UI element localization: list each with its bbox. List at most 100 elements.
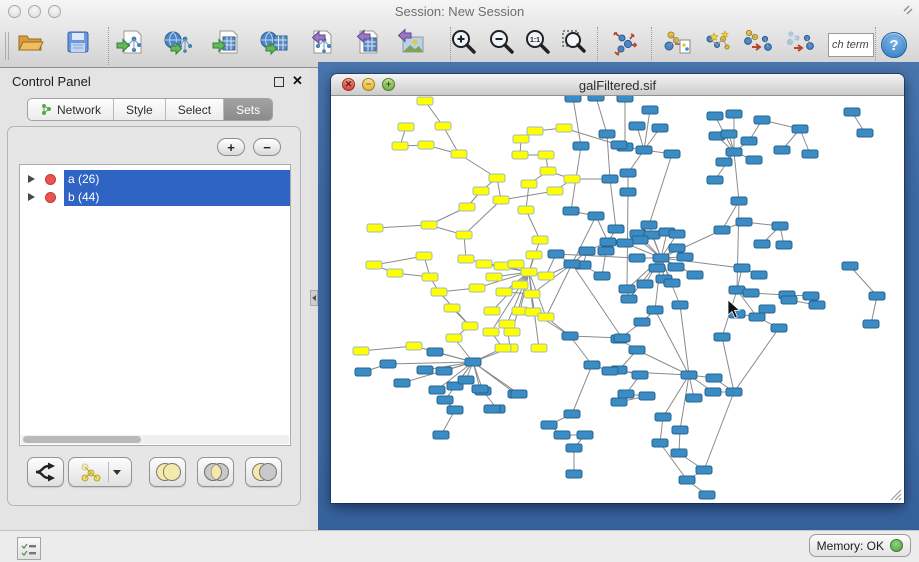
graph-edge[interactable] (649, 154, 672, 225)
zoom-actual-size-button[interactable]: 1:1 (521, 22, 555, 62)
graph-node-blue[interactable] (579, 247, 595, 255)
graph-node-blue[interactable] (608, 225, 624, 233)
graph-node-blue[interactable] (548, 250, 564, 258)
graph-node-yellow[interactable] (556, 124, 572, 132)
graph-node-blue[interactable] (636, 146, 652, 154)
graph-node-blue[interactable] (554, 431, 570, 439)
dropdown-arrow-icon[interactable] (113, 470, 121, 475)
graph-node-yellow[interactable] (462, 322, 478, 330)
graph-node-blue[interactable] (705, 388, 721, 396)
graph-node-blue[interactable] (746, 156, 762, 164)
graph-node-blue[interactable] (564, 410, 580, 418)
graph-node-blue[interactable] (776, 241, 792, 249)
graph-edge[interactable] (734, 328, 779, 392)
graph-node-blue[interactable] (699, 491, 715, 499)
graph-node-blue[interactable] (632, 236, 648, 244)
graph-node-yellow[interactable] (496, 288, 512, 296)
tab-sets[interactable]: Sets (224, 99, 272, 120)
graph-node-blue[interactable] (563, 207, 579, 215)
graph-node-blue[interactable] (857, 129, 873, 137)
graph-node-yellow[interactable] (518, 206, 534, 214)
graph-node-yellow[interactable] (513, 135, 529, 143)
graph-node-yellow[interactable] (538, 151, 554, 159)
network-graph[interactable] (331, 96, 904, 503)
graph-node-blue[interactable] (669, 244, 685, 252)
panel-divider[interactable] (310, 68, 318, 530)
graph-node-blue[interactable] (394, 379, 410, 387)
graph-node-blue[interactable] (792, 125, 808, 133)
export-image-button[interactable] (393, 22, 427, 62)
graph-node-blue[interactable] (511, 390, 527, 398)
graph-node-yellow[interactable] (521, 180, 537, 188)
graph-node-yellow[interactable] (527, 127, 543, 135)
horizontal-scrollbar[interactable] (21, 435, 289, 444)
graph-node-blue[interactable] (600, 238, 616, 246)
network-canvas[interactable] (331, 96, 904, 503)
close-panel-icon[interactable]: ✕ (292, 73, 303, 89)
import-network-file-button[interactable] (113, 22, 147, 62)
graph-node-blue[interactable] (602, 367, 618, 375)
task-monitor-button[interactable] (17, 537, 41, 560)
graph-node-blue[interactable] (655, 413, 671, 421)
graph-node-blue[interactable] (621, 295, 637, 303)
graph-node-blue[interactable] (637, 280, 653, 288)
graph-node-yellow[interactable] (486, 273, 502, 281)
graph-node-blue[interactable] (484, 405, 500, 413)
graph-edge[interactable] (680, 305, 689, 375)
graph-node-blue[interactable] (706, 374, 722, 382)
graph-node-blue[interactable] (447, 406, 463, 414)
graph-node-blue[interactable] (639, 392, 655, 400)
graph-node-blue[interactable] (629, 254, 645, 262)
graph-node-blue[interactable] (647, 306, 663, 314)
graph-node-blue[interactable] (759, 305, 775, 313)
graph-node-yellow[interactable] (435, 122, 451, 130)
graph-edge[interactable] (556, 254, 637, 258)
collapse-panel-handle[interactable] (310, 290, 318, 306)
graph-node-yellow[interactable] (504, 328, 520, 336)
graph-node-blue[interactable] (664, 279, 680, 287)
network-window[interactable]: ✕ − + galFiltered.sif (331, 74, 904, 503)
graph-edge[interactable] (655, 310, 689, 375)
graph-node-yellow[interactable] (524, 290, 540, 298)
graph-edge[interactable] (596, 97, 607, 134)
graph-node-blue[interactable] (844, 108, 860, 116)
graph-node-blue[interactable] (355, 368, 371, 376)
graph-node-yellow[interactable] (493, 196, 509, 204)
graph-edge[interactable] (704, 392, 734, 470)
import-network-url-button[interactable] (161, 22, 195, 62)
graph-edge[interactable] (644, 110, 650, 150)
graph-edge[interactable] (722, 337, 734, 392)
search-input[interactable] (828, 33, 874, 57)
graph-node-yellow[interactable] (456, 231, 472, 239)
graph-node-yellow[interactable] (512, 151, 528, 159)
graph-node-blue[interactable] (716, 158, 732, 166)
zoom-out-button[interactable] (485, 22, 519, 62)
graph-node-yellow[interactable] (473, 187, 489, 195)
graph-node-blue[interactable] (565, 96, 581, 102)
graph-node-yellow[interactable] (459, 203, 475, 211)
graph-node-blue[interactable] (562, 332, 578, 340)
graph-node-yellow[interactable] (444, 304, 460, 312)
graph-node-yellow[interactable] (532, 236, 548, 244)
toolbar-drag-handle[interactable] (5, 32, 9, 60)
zoom-in-button[interactable] (447, 22, 481, 62)
graph-node-blue[interactable] (721, 130, 737, 138)
graph-node-yellow[interactable] (367, 224, 383, 232)
graph-node-yellow[interactable] (483, 328, 499, 336)
graph-edge[interactable] (607, 134, 610, 179)
graph-node-yellow[interactable] (417, 97, 433, 105)
graph-node-blue[interactable] (803, 292, 819, 300)
graph-node-blue[interactable] (726, 148, 742, 156)
graph-node-blue[interactable] (754, 240, 770, 248)
graph-node-blue[interactable] (652, 439, 668, 447)
float-panel-icon[interactable] (274, 77, 284, 87)
graph-node-blue[interactable] (672, 301, 688, 309)
graph-node-blue[interactable] (458, 376, 474, 384)
graph-node-blue[interactable] (869, 292, 885, 300)
graph-edge[interactable] (734, 152, 739, 201)
graph-node-blue[interactable] (564, 260, 580, 268)
group-from-selection-button[interactable] (660, 22, 694, 62)
graph-node-blue[interactable] (641, 221, 657, 229)
graph-node-blue[interactable] (566, 470, 582, 478)
zoom-fit-selected-button[interactable] (557, 22, 591, 62)
